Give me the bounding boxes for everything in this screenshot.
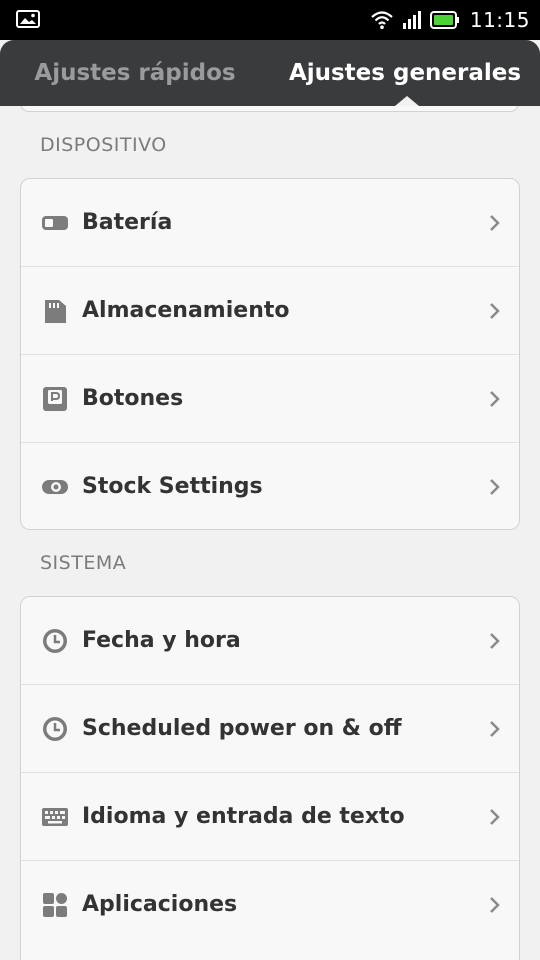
chevron-right-icon [490,303,500,319]
settings-item-storage[interactable]: Almacenamiento [21,267,519,355]
settings-item-label: Stock Settings [82,474,263,499]
battery-setting-icon [42,216,68,230]
active-tab-indicator [395,96,419,106]
image-notification-icon [16,10,40,28]
settings-list[interactable]: DISPOSITIVO Batería Almacenamiento Boton… [0,106,540,960]
chevron-right-icon [490,897,500,913]
settings-item-battery[interactable]: Batería [21,179,519,267]
system-card: Fecha y hora Scheduled power on & off Id… [20,596,520,960]
previous-card-edge [20,106,519,112]
battery-icon [429,11,459,29]
chevron-right-icon [490,721,500,737]
settings-item-label: Almacenamiento [82,298,290,323]
settings-item-language-input[interactable]: Idioma y entrada de texto [21,773,519,861]
section-title-system: SISTEMA [40,552,127,574]
settings-tabs: Ajustes rápidos Ajustes generales [0,40,540,106]
signal-icon [402,11,421,29]
buttons-icon [43,387,67,411]
settings-item-stock-settings[interactable]: Stock Settings [21,443,519,529]
sd-card-icon [45,300,66,323]
settings-item-label: Aplicaciones [82,892,238,917]
settings-item-label: Fecha y hora [82,628,241,653]
chevron-right-icon [490,809,500,825]
keyboard-icon [42,808,68,826]
status-bar: 11:15 [0,0,540,40]
wifi-icon [371,11,393,29]
clock-icon [43,629,67,653]
clock-icon [43,717,67,741]
status-time: 11:15 [469,8,530,32]
eye-toggle-icon [42,480,68,494]
apps-icon [43,893,67,917]
settings-item-label: Scheduled power on & off [82,716,402,741]
chevron-right-icon [490,391,500,407]
chevron-right-icon [490,633,500,649]
device-card: Batería Almacenamiento Botones Stock Set… [20,178,520,530]
settings-item-label: Batería [82,210,173,235]
section-title-device: DISPOSITIVO [40,134,167,156]
settings-item-buttons[interactable]: Botones [21,355,519,443]
chevron-right-icon [490,215,500,231]
chevron-right-icon [490,479,500,495]
settings-item-date-time[interactable]: Fecha y hora [21,597,519,685]
settings-item-label: Idioma y entrada de texto [82,804,405,829]
settings-item-scheduled-power[interactable]: Scheduled power on & off [21,685,519,773]
settings-item-applications[interactable]: Aplicaciones [21,861,519,949]
settings-item-label: Botones [82,386,184,411]
tab-quick-settings[interactable]: Ajustes rápidos [0,40,270,106]
